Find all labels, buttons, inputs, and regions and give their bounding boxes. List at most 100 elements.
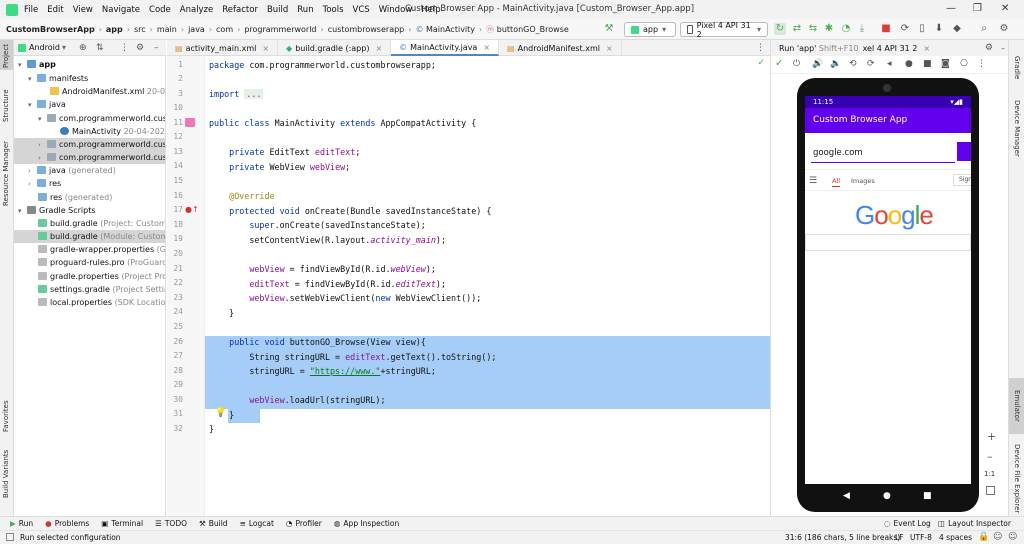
tree-item-manifests[interactable]: ▾ manifests [14, 72, 165, 85]
tree-item-build-gradle-module[interactable]: build.gradle (Module: Custom_B [14, 230, 165, 243]
apply-code-changes-icon[interactable]: ⇆ [807, 23, 819, 35]
tool-terminal[interactable]: ▣ Terminal [101, 519, 143, 528]
feedback-icon[interactable]: ☺ [993, 532, 1002, 542]
nav-home-icon[interactable]: ● [883, 491, 891, 501]
tree-item-proguard[interactable]: proguard-rules.pro (ProGuard R [14, 256, 165, 269]
tool-tab-build-variants[interactable]: Build Variants [2, 450, 10, 498]
project-view-select[interactable]: Android [29, 43, 60, 52]
breadcrumb-app[interactable]: app [106, 25, 123, 34]
menu-file[interactable]: File [24, 5, 38, 15]
profile-icon[interactable]: ◔ [840, 23, 852, 35]
attach-debugger-icon[interactable]: ⤓ [856, 23, 868, 35]
indent-setting[interactable]: 4 spaces [939, 533, 972, 542]
apply-changes-icon[interactable]: ⇄ [791, 23, 803, 35]
snapshot-icon[interactable]: ⎔ [960, 59, 968, 69]
tree-item-java[interactable]: ▾ java [14, 98, 165, 111]
zoom-in-icon[interactable]: + [987, 430, 996, 443]
locate-icon[interactable]: ⊕ [79, 43, 87, 53]
sign-in-button[interactable]: Sign in [953, 174, 971, 186]
tree-item-package-androidtest[interactable]: › com.programmerworld.custo [14, 138, 165, 151]
tree-item-androidmanifest[interactable]: AndroidManifest.xml 20-04- [14, 85, 165, 98]
status-toggle-icon[interactable] [6, 533, 14, 541]
breadcrumb-programmerworld[interactable]: programmerworld [244, 25, 316, 34]
file-encoding[interactable]: UTF-8 [910, 533, 932, 542]
tree-item-build-gradle-project[interactable]: build.gradle (Project: Custom_B [14, 217, 165, 230]
tree-item-settings-gradle[interactable]: settings.gradle (Project Settings [14, 283, 165, 296]
tree-item-res[interactable]: › res [14, 177, 165, 190]
breadcrumb-src[interactable]: src [134, 25, 146, 34]
tree-item-package-test[interactable]: › com.programmerworld.custo [14, 151, 165, 164]
tool-app-inspection[interactable]: ◍ App Inspection [334, 519, 399, 528]
lock-icon[interactable]: 🔒 [978, 532, 989, 542]
tool-tab-gradle[interactable]: Gradle [1013, 56, 1021, 79]
tool-event-log[interactable]: ◌ Event Log [884, 519, 931, 528]
close-tab-icon[interactable]: × [923, 44, 930, 53]
webview[interactable]: ☰ All Images Sign in Google ⌕ [805, 169, 971, 327]
make-project-icon[interactable]: ⚒ [603, 23, 615, 35]
tabs-menu-icon[interactable]: ⋮ [756, 43, 765, 53]
menu-code[interactable]: Code [149, 5, 171, 15]
menu-navigate[interactable]: Navigate [102, 5, 140, 15]
hide-icon[interactable]: – [1001, 44, 1005, 53]
tool-todo[interactable]: ☰ TODO [155, 519, 187, 528]
breadcrumb-main[interactable]: main [157, 25, 177, 34]
tree-item-mainactivity[interactable]: MainActivity 20-04-2022 [14, 125, 165, 138]
tree-item-gradle-scripts[interactable]: ▾ Gradle Scripts [14, 204, 165, 217]
tool-layout-inspector[interactable]: ◫ Layout Inspector [938, 519, 1011, 528]
go-button[interactable]: GO [957, 142, 971, 161]
tool-tab-device-file-explorer[interactable]: Device File Explorer [1013, 444, 1021, 513]
tool-tab-emulator[interactable]: Emulator [1013, 390, 1021, 422]
rerun-icon[interactable]: ↻ [774, 23, 786, 35]
more-icon[interactable]: ⋮ [977, 59, 986, 69]
menu-icon[interactable]: ☰ [809, 176, 817, 186]
menu-run[interactable]: Run [297, 5, 313, 15]
sync-gradle-icon[interactable]: ⟳ [899, 23, 911, 35]
search-everywhere-icon[interactable]: ⌕ [978, 23, 990, 35]
sdk-manager-icon[interactable]: ⬇ [933, 23, 945, 35]
menu-vcs[interactable]: VCS [353, 5, 370, 15]
settings-icon[interactable]: ⚙ [985, 43, 993, 53]
menu-edit[interactable]: Edit [47, 5, 63, 15]
overview-icon[interactable]: ■ [923, 59, 932, 69]
class-usages-icon[interactable] [185, 118, 195, 127]
settings-icon[interactable]: ⚙ [998, 23, 1010, 35]
back-icon[interactable]: ◂ [887, 59, 892, 69]
collapse-all-icon[interactable]: ⇅ [96, 43, 104, 53]
tool-tab-resource-manager[interactable]: Resource Manager [2, 141, 10, 206]
tool-tab-structure[interactable]: Structure [2, 89, 10, 122]
breadcrumb-project[interactable]: CustomBrowserApp [6, 25, 95, 34]
tool-build[interactable]: ⚒ Build [199, 519, 228, 528]
close-tab-icon[interactable]: × [606, 44, 613, 53]
menu-view[interactable]: View [73, 5, 93, 15]
code-editor[interactable]: 1 2 3 10 11 12 13 14 15 16 17 18 19 20 2… [167, 56, 786, 516]
breadcrumb-class[interactable]: © MainActivity [415, 25, 475, 34]
google-tab-images[interactable]: Images [851, 177, 875, 185]
url-input[interactable]: google.com [811, 143, 955, 163]
tool-tab-project[interactable]: Project [2, 44, 10, 68]
nav-back-icon[interactable]: ◀ [843, 491, 850, 501]
breadcrumb-package[interactable]: custombrowserapp [328, 25, 405, 34]
inspection-ok-icon[interactable]: ✓ [757, 58, 765, 68]
google-tab-all[interactable]: All [832, 177, 841, 187]
caret-position[interactable]: 31:6 (186 chars, 5 line breaks) [785, 533, 900, 542]
debug-icon[interactable]: ✱ [823, 23, 835, 35]
tab-activity-main-xml[interactable]: ▤ activity_main.xml × [167, 40, 279, 56]
breadcrumb-method[interactable]: ⓜ buttonGO_Browse [486, 24, 569, 35]
menu-build[interactable]: Build [267, 5, 288, 15]
device-select[interactable]: Pixel 4 API 31 2 ▾ [680, 21, 768, 39]
tool-tab-device-manager[interactable]: Device Manager [1013, 100, 1021, 157]
notifications-icon[interactable]: ☺ [1008, 532, 1017, 542]
tree-item-package-main[interactable]: ▾ com.programmerworld.custo [14, 112, 165, 125]
tool-logcat[interactable]: ≡ Logcat [240, 519, 274, 528]
close-tab-icon[interactable]: × [262, 44, 269, 53]
breadcrumb-com[interactable]: com [216, 25, 233, 34]
google-search-box[interactable] [805, 234, 971, 251]
gradle-icon[interactable]: ◆ [951, 23, 963, 35]
emulator-device-tab[interactable]: xel 4 API 31 2 [863, 44, 918, 53]
rotate-left-icon[interactable]: ⟲ [849, 59, 857, 69]
menu-analyze[interactable]: Analyze [180, 5, 214, 15]
tree-item-java-generated[interactable]: › java (generated) [14, 164, 165, 177]
tab-mainactivity-java[interactable]: © MainActivity.java × [391, 40, 500, 56]
tool-profiler[interactable]: ◔ Profiler [286, 519, 322, 528]
options-icon[interactable]: ⋮ [120, 43, 129, 53]
